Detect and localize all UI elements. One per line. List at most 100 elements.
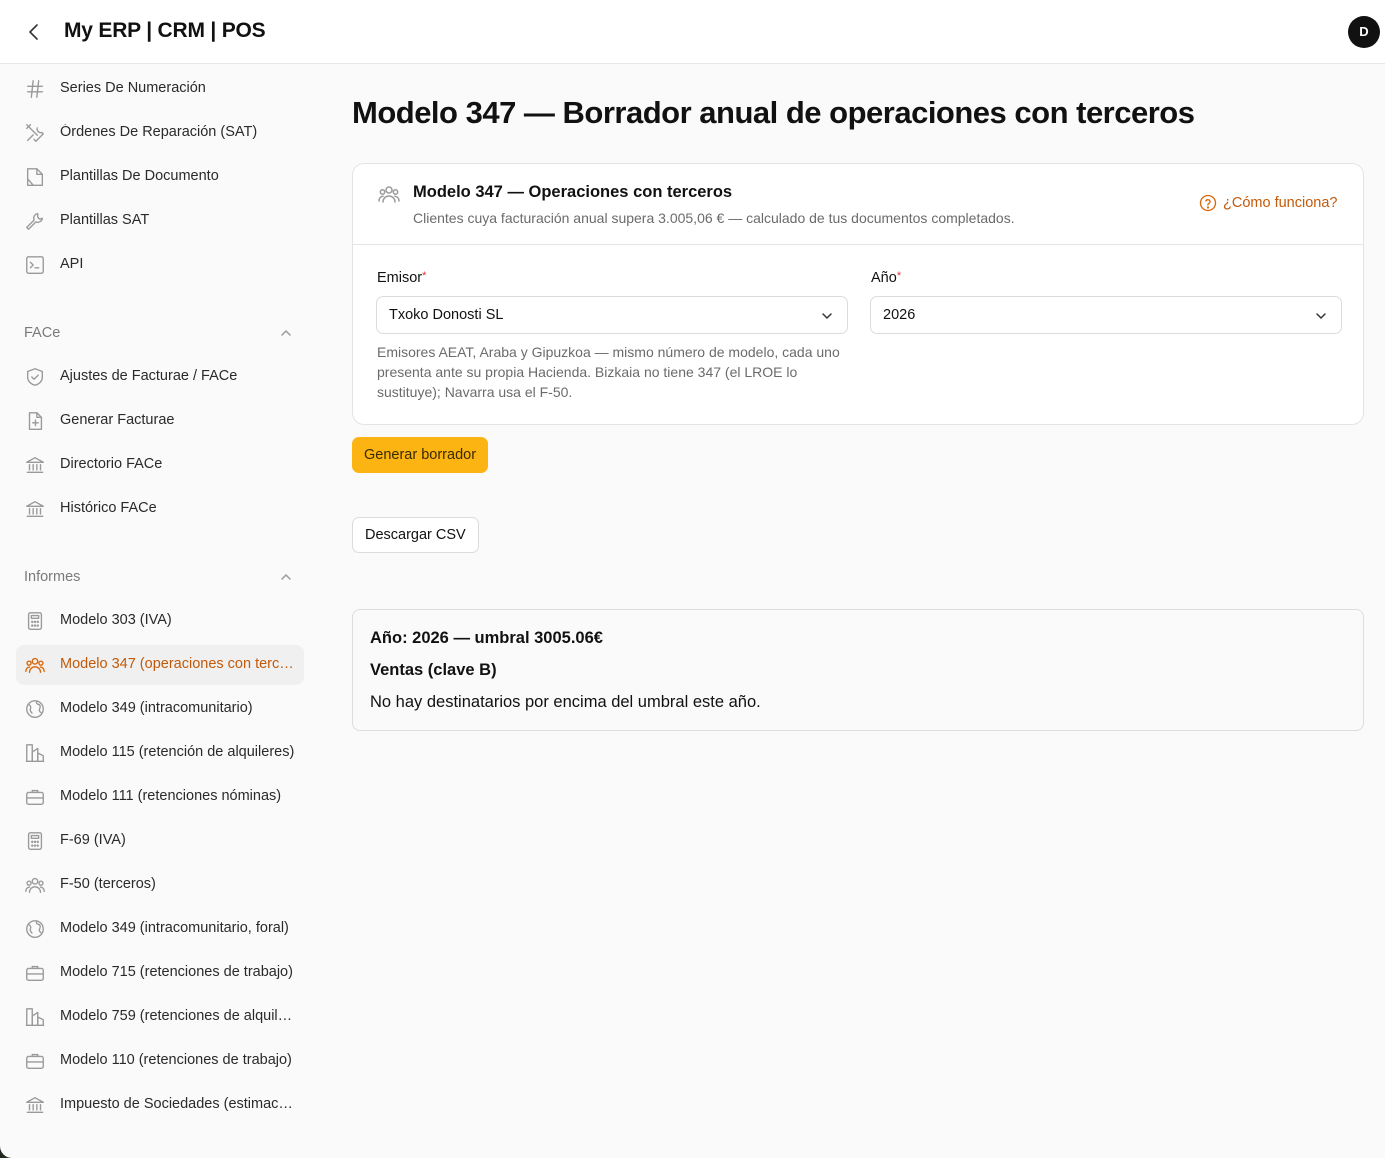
bank-icon — [24, 454, 46, 476]
app-title: My ERP | CRM | POS — [64, 19, 266, 42]
anio-select-value: 2026 — [883, 307, 916, 323]
help-circle-icon — [1199, 194, 1217, 212]
top-bar: My ERP | CRM | POS D — [0, 0, 1385, 64]
sidebar-item-modelo-111[interactable]: Modelo 111 (retenciones nóminas) — [16, 777, 304, 817]
sidebar-item-label: Modelo 715 (retenciones de trabajo) — [60, 964, 293, 980]
sidebar-item-label: Generar Facturae — [60, 412, 175, 428]
emisor-hint: Emisores AEAT, Araba y Gipuzkoa — mismo … — [377, 344, 840, 400]
briefcase-icon — [24, 1050, 46, 1072]
shield-check-icon — [24, 366, 46, 388]
sidebar-item-api[interactable]: API — [16, 245, 304, 285]
emisor-select[interactable]: Txoko Donosti SL — [376, 296, 848, 334]
sidebar-item-impuesto-sociedades[interactable]: Impuesto de Sociedades (estimación) — [16, 1085, 304, 1125]
sidebar-item-plantillas-documento[interactable]: Plantillas De Documento — [16, 157, 304, 197]
anio-label: Año* — [871, 270, 901, 286]
sidebar-item-series-numeracion[interactable]: Series De Numeración — [16, 69, 304, 109]
result-panel: Año: 2026 — umbral 3005.06€ Ventas (clav… — [352, 609, 1364, 731]
generate-draft-button[interactable]: Generar borrador — [352, 437, 489, 473]
building-icon — [24, 1006, 46, 1028]
sidebar-item-label: Histórico FACe — [60, 500, 157, 516]
chevron-up-icon — [278, 325, 294, 341]
result-year-line: Año: 2026 — umbral 3005.06€ — [370, 629, 603, 647]
sidebar-item-label: F-69 (IVA) — [60, 832, 126, 848]
sidebar-item-modelo-115[interactable]: Modelo 115 (retención de alquileres) — [16, 733, 304, 773]
help-link-label: ¿Cómo funciona? — [1223, 195, 1338, 211]
sidebar-item-label: Plantillas SAT — [60, 212, 150, 228]
sidebar-item-ordenes-reparacion[interactable]: Órdenes De Reparación (SAT) — [16, 113, 304, 153]
page-title: Modelo 347 — Borrador anual de operacion… — [352, 95, 1195, 130]
bank-icon — [24, 498, 46, 520]
sidebar-item-plantillas-sat[interactable]: Plantillas SAT — [16, 201, 304, 241]
building-icon — [24, 742, 46, 764]
chevron-down-icon — [1313, 308, 1329, 324]
sidebar-item-modelo-715[interactable]: Modelo 715 (retenciones de trabajo) — [16, 953, 304, 993]
sidebar-item-modelo-759[interactable]: Modelo 759 (retenciones de alquileres) — [16, 997, 304, 1037]
chevron-down-icon — [819, 308, 835, 324]
card-title: Modelo 347 — Operaciones con terceros — [413, 183, 733, 201]
sidebar: Series De Numeración Órdenes De Reparaci… — [0, 65, 320, 1158]
sidebar-item-label: Modelo 303 (IVA) — [60, 612, 172, 628]
sidebar-item-label: Modelo 115 (retención de alquileres) — [60, 744, 295, 760]
sidebar-item-label: Modelo 110 (retenciones de trabajo) — [60, 1052, 292, 1068]
sidebar-item-label: API — [60, 256, 84, 272]
bank-icon — [24, 1094, 46, 1116]
briefcase-icon — [24, 786, 46, 808]
sidebar-item-generar-facturae[interactable]: Generar Facturae — [16, 401, 304, 441]
calculator-icon — [24, 830, 46, 852]
sidebar-item-modelo-349-foral[interactable]: Modelo 349 (intracomunitario, foral) — [16, 909, 304, 949]
terminal-icon — [24, 254, 46, 276]
card-subtitle: Clientes cuya facturación anual supera 3… — [413, 210, 1015, 226]
sidebar-item-modelo-347[interactable]: Modelo 347 (operaciones con terceros) — [16, 645, 304, 685]
sidebar-item-label: Modelo 349 (intracomunitario) — [60, 700, 253, 716]
sidebar-item-label: Modelo 347 (operaciones con terceros) — [60, 656, 296, 672]
sidebar-item-directorio-face[interactable]: Directorio FACe — [16, 445, 304, 485]
section-informes-header[interactable]: Informes — [24, 565, 296, 589]
sidebar-item-label: Plantillas De Documento — [60, 168, 219, 184]
anio-select[interactable]: 2026 — [870, 296, 1342, 334]
hash-icon — [24, 78, 46, 100]
avatar[interactable]: D — [1348, 16, 1380, 48]
calculator-icon — [24, 610, 46, 632]
result-empty-message: No hay destinatarios por encima del umbr… — [370, 693, 761, 711]
sidebar-item-label: Ajustes de Facturae / FACe — [60, 368, 238, 384]
users-icon — [24, 654, 46, 676]
tools-icon — [24, 122, 46, 144]
sidebar-item-label: Modelo 759 (retenciones de alquileres) — [60, 1008, 296, 1024]
users-icon — [24, 874, 46, 896]
briefcase-icon — [24, 962, 46, 984]
app-window: My ERP | CRM | POS D Series De Numeració… — [0, 0, 1385, 1158]
emisor-label-text: Emisor — [377, 270, 423, 286]
required-marker: * — [422, 270, 427, 282]
modelo-347-card: Modelo 347 — Operaciones con terceros Cl… — [352, 163, 1364, 425]
sidebar-item-modelo-303[interactable]: Modelo 303 (IVA) — [16, 601, 304, 641]
chevron-up-icon — [278, 569, 294, 585]
wrench-icon — [24, 210, 46, 232]
sidebar-item-f69[interactable]: F-69 (IVA) — [16, 821, 304, 861]
emisor-label: Emisor* — [377, 270, 426, 286]
sidebar-item-f50[interactable]: F-50 (terceros) — [16, 865, 304, 905]
back-icon[interactable] — [22, 20, 46, 44]
sidebar-item-historico-face[interactable]: Histórico FACe — [16, 489, 304, 529]
sidebar-item-label: Impuesto de Sociedades (estimación) — [60, 1096, 296, 1112]
sidebar-item-modelo-349[interactable]: Modelo 349 (intracomunitario) — [16, 689, 304, 729]
section-face-header[interactable]: FACe — [24, 321, 296, 345]
emisor-select-value: Txoko Donosti SL — [389, 307, 504, 323]
section-title: Informes — [24, 569, 81, 585]
sidebar-item-label: F-50 (terceros) — [60, 876, 156, 892]
sidebar-item-modelo-110[interactable]: Modelo 110 (retenciones de trabajo) — [16, 1041, 304, 1081]
sidebar-item-ajustes-facturae[interactable]: Ajustes de Facturae / FACe — [16, 357, 304, 397]
sidebar-item-label: Órdenes De Reparación (SAT) — [60, 124, 258, 140]
result-section-title: Ventas (clave B) — [370, 661, 497, 679]
card-header: Modelo 347 — Operaciones con terceros Cl… — [353, 164, 1363, 245]
sidebar-item-label: Modelo 111 (retenciones nóminas) — [60, 788, 282, 804]
sidebar-item-label: Modelo 349 (intracomunitario, foral) — [60, 920, 289, 936]
required-marker: * — [896, 270, 902, 282]
anio-label-text: Año — [871, 270, 897, 286]
download-csv-button[interactable]: Descargar CSV — [352, 517, 479, 553]
globe-icon — [24, 698, 46, 720]
globe-icon — [24, 918, 46, 940]
section-title: FACe — [24, 325, 61, 341]
file-plus-icon — [24, 410, 46, 432]
template-icon — [24, 166, 46, 188]
users-icon — [377, 182, 401, 206]
